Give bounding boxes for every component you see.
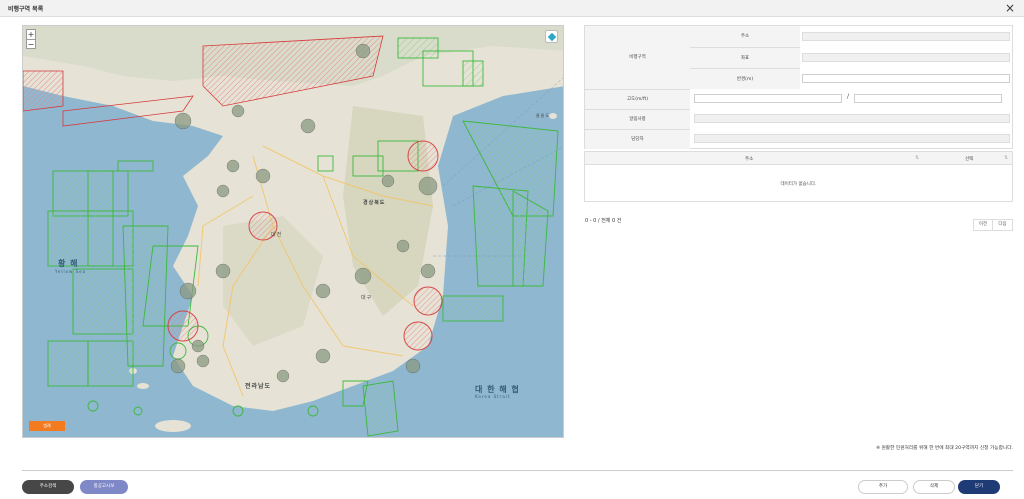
zoom-out-button[interactable]: − bbox=[27, 39, 35, 49]
footer-divider bbox=[22, 470, 1013, 471]
flight-zone-modal: 비행구역 목록 × + − 황 해 Yellow Sea 대 한 해 협 Kor… bbox=[0, 0, 1024, 499]
pagination-summary: 0 - 0 / 전체 0 건 bbox=[585, 218, 622, 224]
modal-title: 비행구역 목록 bbox=[8, 6, 44, 13]
map-canvas bbox=[23, 26, 563, 437]
yellow-sea-label: 황 해 bbox=[58, 259, 79, 268]
column-header-address[interactable]: 주소 bbox=[745, 156, 753, 162]
next-page-button[interactable]: 다음 bbox=[993, 219, 1013, 231]
title-bar: 비행구역 목록 × bbox=[0, 0, 1024, 17]
island-label-ulleung: 울릉도 bbox=[536, 113, 551, 118]
zone-label: 비행구역 bbox=[585, 26, 690, 89]
altitude-m-input[interactable] bbox=[694, 94, 842, 103]
close-icon[interactable]: × bbox=[1005, 1, 1015, 15]
manager-label: 담당자 bbox=[585, 129, 690, 149]
altitude-ft-input[interactable] bbox=[854, 94, 1002, 103]
coord-label: 좌표 bbox=[690, 47, 800, 68]
radius-label: 반경(m) bbox=[690, 68, 800, 89]
address-label: 주소 bbox=[690, 26, 800, 47]
legend-button[interactable]: 범례 bbox=[29, 421, 65, 431]
delete-button[interactable]: 삭제 bbox=[913, 480, 955, 494]
contact-label: 알림사항 bbox=[585, 109, 690, 129]
region-label-south-jeolla: 전라남도 bbox=[245, 383, 272, 390]
contact-field bbox=[694, 114, 1010, 123]
notice-text: ※ 원활한 민원처리를 위해 한 번에 최대 20구역까지 신청 가능합니다. bbox=[876, 446, 1013, 451]
altitude-label: 고도(m/ft) bbox=[585, 89, 690, 109]
sort-icon[interactable]: ⇅ bbox=[1004, 155, 1008, 161]
address-field bbox=[802, 32, 1010, 41]
layers-icon[interactable] bbox=[545, 30, 558, 43]
prev-page-button[interactable]: 이전 bbox=[973, 219, 993, 231]
city-label-daejeon: 대전 bbox=[271, 232, 283, 238]
region-label-north-gyeongsang: 경상북도 bbox=[363, 200, 386, 206]
korea-strait-en-label: Korea Strait bbox=[475, 394, 511, 399]
address-search-button[interactable]: 주소검색 bbox=[22, 480, 74, 494]
coord-field bbox=[802, 53, 1010, 62]
radius-input[interactable] bbox=[802, 74, 1010, 83]
add-button[interactable]: 추가 bbox=[858, 480, 908, 494]
close-button[interactable]: 닫기 bbox=[958, 480, 1000, 494]
column-header-select[interactable]: 선택 bbox=[965, 156, 973, 162]
address-table: 주소 ⇅ 선택 ⇅ 데이터가 없습니다. bbox=[584, 151, 1013, 202]
zoom-control: + − bbox=[26, 29, 36, 49]
altitude-separator: / bbox=[847, 93, 850, 100]
yellow-sea-en-label: Yellow Sea bbox=[55, 269, 87, 274]
aviation-info-button[interactable]: 항공고시보 bbox=[80, 480, 128, 494]
zoom-in-button[interactable]: + bbox=[27, 30, 35, 39]
city-label-daegu: 대구 bbox=[361, 295, 373, 301]
map-view[interactable]: + − 황 해 Yellow Sea 대 한 해 협 Korea Strait … bbox=[22, 25, 564, 438]
zone-form: 비행구역 주소 좌표 반경(m) 고도(m/ft) / 알림사항 담당자 bbox=[584, 25, 1013, 149]
table-header: 주소 ⇅ 선택 ⇅ bbox=[585, 152, 1012, 165]
table-empty-message: 데이터가 없습니다. bbox=[780, 182, 817, 187]
sort-icon[interactable]: ⇅ bbox=[915, 155, 919, 161]
manager-field bbox=[694, 134, 1010, 143]
